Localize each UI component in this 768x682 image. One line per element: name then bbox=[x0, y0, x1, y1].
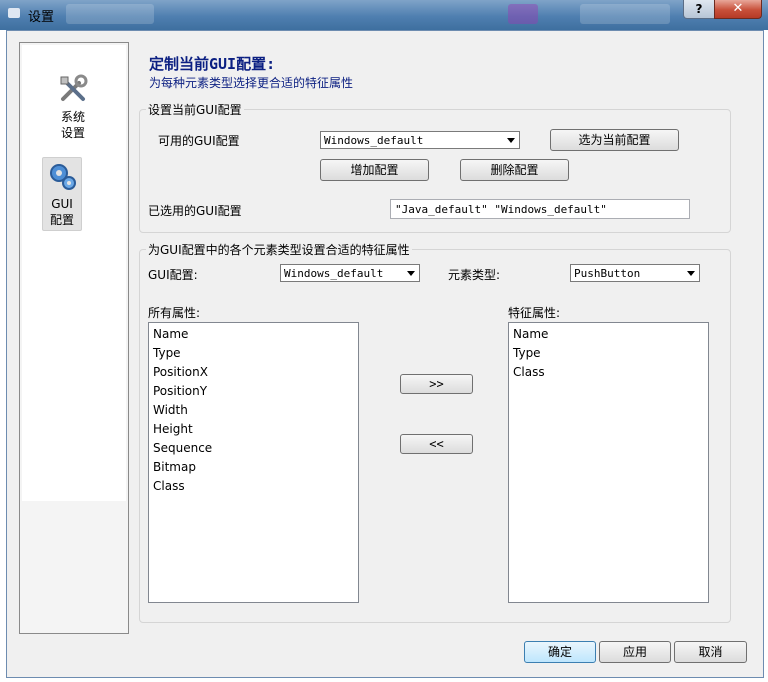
blurred-background bbox=[508, 4, 538, 24]
selected-config-label: 已选用的GUI配置 bbox=[148, 204, 242, 218]
delete-config-button[interactable]: 删除配置 bbox=[460, 159, 569, 181]
add-config-button[interactable]: 增加配置 bbox=[320, 159, 429, 181]
feature-attributes-label: 特征属性: bbox=[508, 306, 561, 320]
element-type-label: 元素类型: bbox=[448, 268, 501, 282]
gui-config-label: GUI配置: bbox=[148, 268, 198, 282]
title-bar: 设置 ? ✕ bbox=[0, 0, 768, 30]
settings-dialog: 系统 设置 GUI 配置 定制当前GUI配置: 为每种元素类型选择更合适的特征属… bbox=[6, 30, 764, 678]
element-type-select[interactable]: PushButton bbox=[570, 264, 700, 282]
list-item[interactable]: PositionX bbox=[153, 363, 354, 382]
list-item[interactable]: Height bbox=[153, 420, 354, 439]
dialog-footer: 确定 应用 取消 bbox=[7, 631, 763, 677]
list-item[interactable]: Name bbox=[153, 325, 354, 344]
sidebar-item-label: 设置 bbox=[60, 126, 85, 140]
blurred-background bbox=[66, 4, 154, 24]
tools-icon bbox=[57, 73, 89, 105]
list-item[interactable]: Type bbox=[153, 344, 354, 363]
gear-icon bbox=[46, 160, 78, 192]
sidebar-item-gui-config[interactable]: GUI 配置 bbox=[42, 157, 82, 231]
remove-attribute-button[interactable]: << bbox=[400, 434, 473, 454]
app-icon bbox=[8, 8, 20, 18]
available-config-select[interactable]: Windows_default bbox=[320, 131, 520, 149]
page-title: 定制当前GUI配置: bbox=[149, 55, 276, 73]
available-config-value: Windows_default bbox=[324, 134, 424, 147]
current-config-group: 设置当前GUI配置 可用的GUI配置 Windows_default 选为当前配… bbox=[139, 101, 731, 233]
window-title: 设置 bbox=[28, 10, 55, 25]
apply-button[interactable]: 应用 bbox=[599, 641, 671, 663]
list-item[interactable]: Type bbox=[513, 344, 704, 363]
selected-config-field[interactable]: "Java_default" "Windows_default" bbox=[390, 199, 690, 219]
chevron-down-icon bbox=[687, 271, 695, 276]
list-item[interactable]: Bitmap bbox=[153, 458, 354, 477]
page-subtitle: 为每种元素类型选择更合适的特征属性 bbox=[149, 76, 354, 90]
list-item[interactable]: Class bbox=[153, 477, 354, 496]
sidebar-item-label: 系统 bbox=[60, 110, 85, 124]
feature-attributes-list[interactable]: Name Type Class bbox=[508, 322, 709, 603]
all-attributes-label: 所有属性: bbox=[148, 306, 201, 320]
ok-button[interactable]: 确定 bbox=[524, 641, 596, 663]
list-item[interactable]: Name bbox=[513, 325, 704, 344]
sidebar-item-label: GUI bbox=[51, 197, 73, 211]
gui-config-value: Windows_default bbox=[284, 267, 384, 280]
list-item[interactable]: PositionY bbox=[153, 382, 354, 401]
element-type-value: PushButton bbox=[574, 267, 641, 280]
gui-config-select[interactable]: Windows_default bbox=[280, 264, 420, 282]
attributes-group: 为GUI配置中的各个元素类型设置合适的特征属性 GUI配置: Windows_d… bbox=[139, 241, 731, 623]
group-title: 设置当前GUI配置 bbox=[146, 101, 244, 118]
group-title: 为GUI配置中的各个元素类型设置合适的特征属性 bbox=[146, 241, 412, 258]
list-item[interactable]: Sequence bbox=[153, 439, 354, 458]
chevron-down-icon bbox=[407, 271, 415, 276]
sidebar: 系统 设置 GUI 配置 bbox=[19, 42, 129, 634]
help-button[interactable]: ? bbox=[683, 0, 715, 19]
all-attributes-list[interactable]: Name Type PositionX PositionY Width Heig… bbox=[148, 322, 359, 603]
available-config-label: 可用的GUI配置 bbox=[158, 134, 240, 148]
chevron-down-icon bbox=[507, 138, 515, 143]
list-item[interactable]: Width bbox=[153, 401, 354, 420]
set-current-config-button[interactable]: 选为当前配置 bbox=[550, 129, 679, 151]
sidebar-item-label: 配置 bbox=[49, 213, 74, 227]
sidebar-item-system-settings[interactable]: 系统 设置 bbox=[40, 73, 106, 141]
add-attribute-button[interactable]: >> bbox=[400, 374, 473, 394]
close-button[interactable]: ✕ bbox=[714, 0, 762, 19]
cancel-button[interactable]: 取消 bbox=[674, 641, 747, 663]
list-item[interactable]: Class bbox=[513, 363, 704, 382]
blurred-background bbox=[580, 4, 670, 24]
